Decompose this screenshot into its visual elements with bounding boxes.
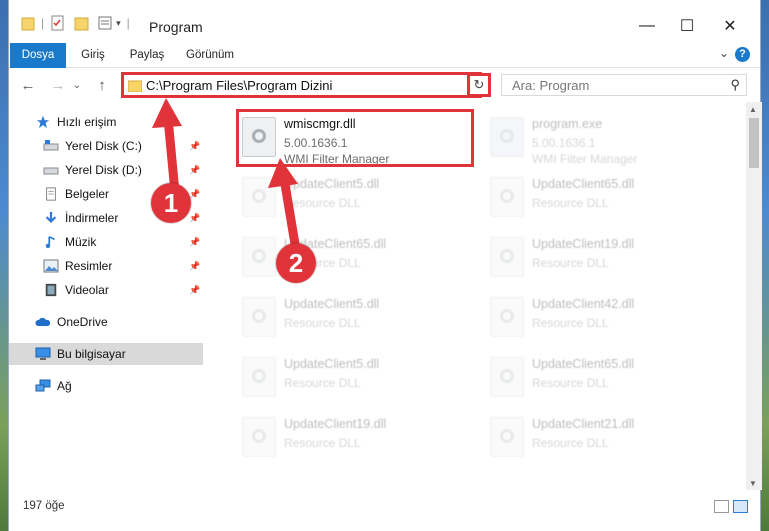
step-badge-2: 2 <box>276 243 316 283</box>
step-badge-1: 1 <box>151 183 191 223</box>
annotation-layer <box>152 98 303 267</box>
